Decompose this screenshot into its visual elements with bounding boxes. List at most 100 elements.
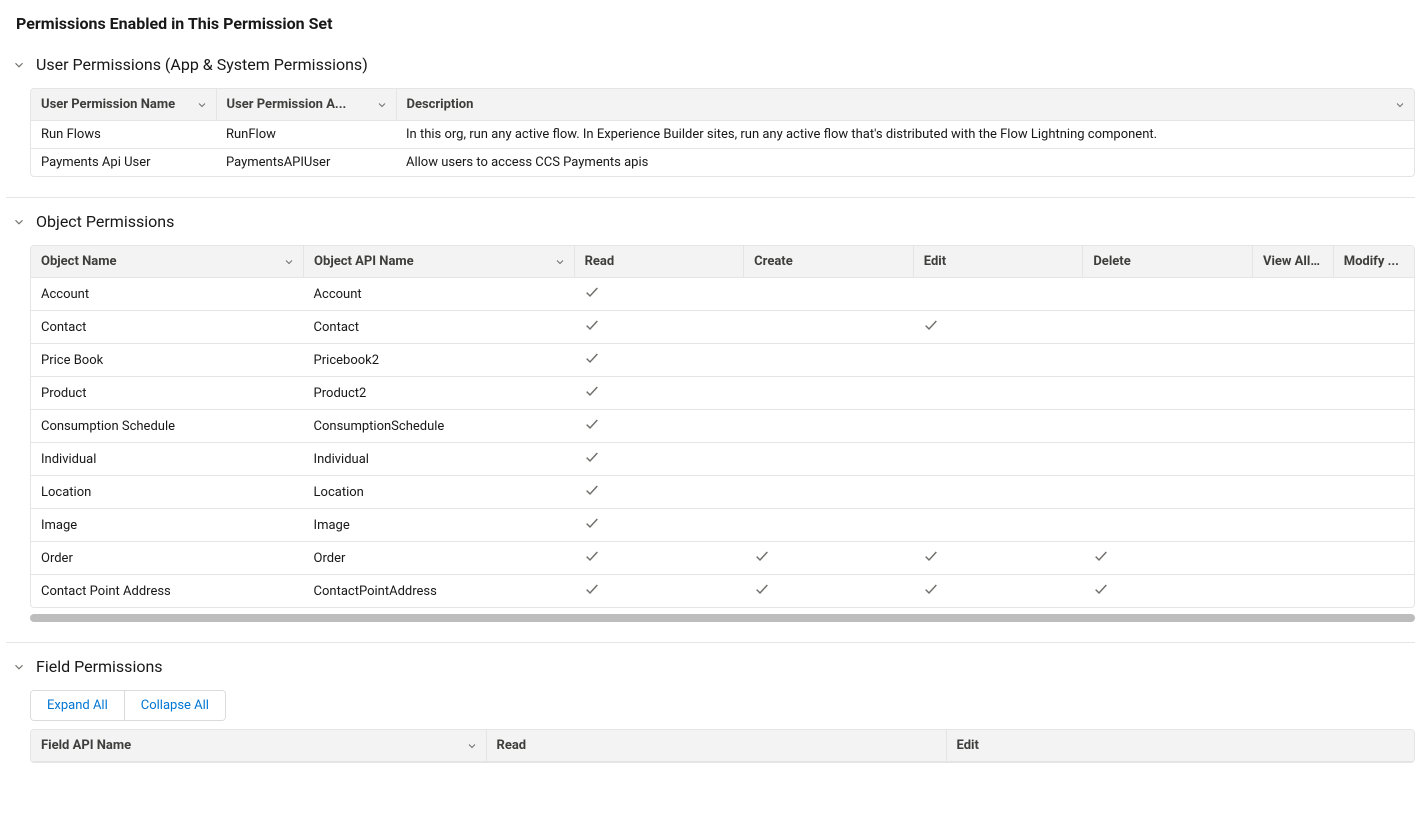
check-icon: [754, 548, 770, 564]
section-toggle-object-permissions[interactable]: Object Permissions: [6, 212, 1415, 245]
column-header-user-permission-name[interactable]: User Permission Name: [31, 89, 216, 121]
column-header-field-read[interactable]: Read: [486, 730, 946, 762]
section-user-permissions: User Permissions (App & System Permissio…: [6, 55, 1415, 197]
cell-read: [574, 476, 744, 509]
cell-object-api-name: ConsumptionSchedule: [304, 410, 575, 443]
cell-edit: [913, 278, 1083, 311]
cell-modify: [1333, 542, 1414, 575]
cell-view-all: [1252, 443, 1333, 476]
cell-create: [744, 377, 914, 410]
cell-edit: [913, 443, 1083, 476]
check-icon: [1093, 548, 1109, 564]
column-header-user-permission-api[interactable]: User Permission A...: [216, 89, 396, 121]
cell-object-api-name: Contact: [304, 311, 575, 344]
cell-object-name: Order: [31, 542, 304, 575]
chevron-down-icon: [283, 256, 295, 268]
section-toggle-user-permissions[interactable]: User Permissions (App & System Permissio…: [6, 55, 1415, 88]
cell-description: Allow users to access CCS Payments apis: [396, 149, 1414, 177]
cell-view-all: [1252, 278, 1333, 311]
cell-modify: [1333, 575, 1414, 608]
chevron-down-icon: [12, 58, 26, 72]
cell-view-all: [1252, 476, 1333, 509]
check-icon: [584, 581, 600, 597]
check-icon: [923, 581, 939, 597]
column-header-create[interactable]: Create: [744, 246, 914, 278]
table-row: Payments Api UserPaymentsAPIUserAllow us…: [31, 149, 1414, 177]
column-header-view-all[interactable]: View All ...: [1252, 246, 1333, 278]
cell-object-name: Price Book: [31, 344, 304, 377]
cell-delete: [1083, 344, 1253, 377]
chevron-down-icon: [554, 256, 566, 268]
column-header-object-name[interactable]: Object Name: [31, 246, 304, 278]
cell-modify: [1333, 377, 1414, 410]
cell-create: [744, 443, 914, 476]
cell-delete: [1083, 443, 1253, 476]
cell-delete: [1083, 575, 1253, 608]
cell-object-api-name: ContactPointAddress: [304, 575, 575, 608]
cell-object-name: Product: [31, 377, 304, 410]
chevron-down-icon: [196, 99, 208, 111]
cell-view-all: [1252, 410, 1333, 443]
cell-create: [744, 542, 914, 575]
cell-user-permission-name: Payments Api User: [31, 149, 216, 177]
cell-modify: [1333, 311, 1414, 344]
column-header-read[interactable]: Read: [574, 246, 744, 278]
expand-collapse-group: Expand All Collapse All: [30, 690, 226, 721]
field-permissions-table: Field API Name Read Edit: [30, 729, 1415, 763]
check-icon: [754, 581, 770, 597]
collapse-all-button[interactable]: Collapse All: [125, 691, 225, 720]
cell-delete: [1083, 509, 1253, 542]
section-title-field-permissions: Field Permissions: [36, 657, 163, 676]
cell-edit: [913, 377, 1083, 410]
cell-read: [574, 509, 744, 542]
check-icon: [584, 284, 600, 300]
cell-edit: [913, 410, 1083, 443]
cell-view-all: [1252, 344, 1333, 377]
cell-create: [744, 344, 914, 377]
cell-read: [574, 443, 744, 476]
check-icon: [584, 317, 600, 333]
cell-create: [744, 410, 914, 443]
table-row: ProductProduct2: [31, 377, 1414, 410]
column-header-description[interactable]: Description: [396, 89, 1414, 121]
check-icon: [923, 548, 939, 564]
cell-object-name: Account: [31, 278, 304, 311]
cell-object-name: Individual: [31, 443, 304, 476]
cell-modify: [1333, 509, 1414, 542]
expand-all-button[interactable]: Expand All: [31, 691, 125, 720]
column-header-field-api-name[interactable]: Field API Name: [31, 730, 486, 762]
cell-edit: [913, 476, 1083, 509]
column-header-delete[interactable]: Delete: [1083, 246, 1253, 278]
section-object-permissions: Object Permissions: [6, 197, 1415, 642]
chevron-down-icon: [1394, 99, 1406, 111]
column-header-modify[interactable]: Modify ...: [1333, 246, 1414, 278]
check-icon: [584, 515, 600, 531]
table-row: Price BookPricebook2: [31, 344, 1414, 377]
check-icon: [584, 383, 600, 399]
cell-create: [744, 476, 914, 509]
table-row: IndividualIndividual: [31, 443, 1414, 476]
section-toggle-field-permissions[interactable]: Field Permissions: [6, 657, 1415, 690]
object-permissions-table: Object Name Object API Name Read Create …: [30, 245, 1415, 608]
horizontal-scrollbar[interactable]: [30, 614, 1415, 622]
cell-description: In this org, run any active flow. In Exp…: [396, 121, 1414, 149]
cell-object-api-name: Image: [304, 509, 575, 542]
cell-delete: [1083, 410, 1253, 443]
cell-read: [574, 575, 744, 608]
cell-delete: [1083, 278, 1253, 311]
column-header-edit[interactable]: Edit: [913, 246, 1083, 278]
cell-modify: [1333, 443, 1414, 476]
cell-read: [574, 377, 744, 410]
column-header-object-api-name[interactable]: Object API Name: [304, 246, 575, 278]
cell-edit: [913, 311, 1083, 344]
cell-create: [744, 575, 914, 608]
table-row: ImageImage: [31, 509, 1414, 542]
cell-read: [574, 278, 744, 311]
column-header-field-edit[interactable]: Edit: [946, 730, 1414, 762]
cell-edit: [913, 344, 1083, 377]
cell-object-api-name: Location: [304, 476, 575, 509]
check-icon: [584, 416, 600, 432]
table-row: Consumption ScheduleConsumptionSchedule: [31, 410, 1414, 443]
section-title-object-permissions: Object Permissions: [36, 212, 174, 231]
cell-view-all: [1252, 509, 1333, 542]
